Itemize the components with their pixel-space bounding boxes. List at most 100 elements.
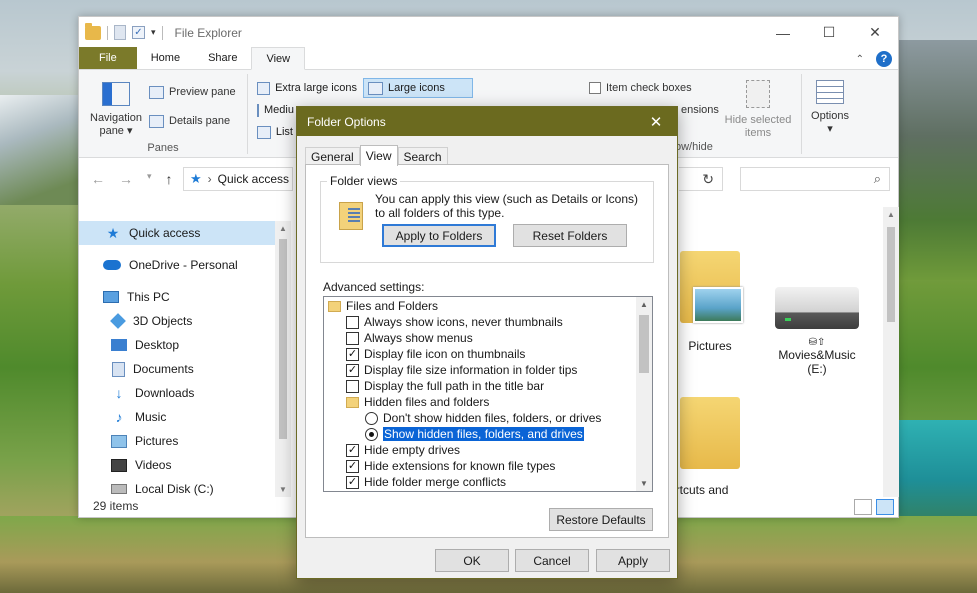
radio-button[interactable] <box>365 411 378 425</box>
nav-item-videos[interactable]: Videos <box>79 453 275 477</box>
apply-button[interactable]: Apply <box>596 549 670 572</box>
list-item[interactable]: Always show icons, never thumbnails <box>346 314 563 330</box>
checkbox[interactable] <box>346 379 359 393</box>
tab-view[interactable]: View <box>251 47 306 70</box>
refresh-button[interactable]: ↻ <box>679 167 723 191</box>
list-item[interactable]: Don't show hidden files, folders, or dri… <box>365 410 601 426</box>
scroll-down-icon[interactable]: ▼ <box>640 479 648 488</box>
checkbox-checked[interactable]: ✓ <box>346 475 359 489</box>
list-item[interactable]: Display the full path in the title bar <box>346 378 544 394</box>
checkbox-checked[interactable]: ✓ <box>346 347 359 361</box>
scroll-up-icon[interactable]: ▲ <box>279 224 287 233</box>
back-arrow-icon[interactable]: ← <box>91 171 105 187</box>
close-icon[interactable]: ✕ <box>635 113 677 131</box>
tab-share[interactable]: Share <box>194 47 251 69</box>
scrollbar-thumb[interactable] <box>887 227 895 322</box>
preview-pane-button[interactable]: Preview pane <box>149 82 236 102</box>
checkmark-icon[interactable]: ✓ <box>132 26 145 39</box>
details-pane-button[interactable]: Details pane <box>149 111 230 131</box>
address-input[interactable]: ★ › Quick access <box>183 167 293 191</box>
window-controls: — ☐ ✕ <box>760 17 898 48</box>
list-item[interactable]: Always show menus <box>346 330 473 346</box>
drive-tile-movies-music[interactable]: ⛁⇧ Movies&Music (E:) <box>767 287 867 376</box>
options-button[interactable]: Options ▾ <box>807 80 853 136</box>
minimize-button[interactable]: — <box>760 17 806 48</box>
computer-icon <box>103 291 119 303</box>
folder-views-legend: Folder views <box>327 174 401 188</box>
scrollbar-thumb[interactable] <box>639 315 649 373</box>
nav-item-onedrive[interactable]: OneDrive - Personal <box>79 253 275 277</box>
list-item[interactable]: ✓ Hide empty drives <box>346 442 460 458</box>
help-icon[interactable]: ? <box>876 51 892 67</box>
chevron-down-icon[interactable]: ▾ <box>151 27 156 38</box>
list-option[interactable]: List <box>253 122 297 142</box>
checkbox[interactable] <box>346 331 359 345</box>
nav-item-local-disk[interactable]: Local Disk (C:) <box>79 477 275 501</box>
large-icons-view-icon[interactable] <box>876 499 894 515</box>
folder-tile-pictures[interactable]: Pictures <box>675 251 745 353</box>
up-arrow-icon[interactable]: ↑ <box>166 171 173 187</box>
scrollbar-thumb[interactable] <box>279 239 287 439</box>
nav-item-music[interactable]: ♪ Music <box>79 405 275 429</box>
advanced-settings-list[interactable]: Files and Folders Always show icons, nev… <box>323 296 653 492</box>
nav-item-documents[interactable]: Documents <box>79 357 275 381</box>
extra-large-icons-icon <box>257 81 271 95</box>
advanced-list-scrollbar[interactable]: ▲ ▼ <box>636 297 652 491</box>
radio-button-selected[interactable] <box>365 427 378 441</box>
window-title: File Explorer <box>174 25 242 40</box>
scroll-down-icon[interactable]: ▼ <box>279 485 287 494</box>
list-item[interactable]: ✓ Display file icon on thumbnails <box>346 346 525 362</box>
cloud-icon <box>103 260 121 270</box>
scroll-up-icon[interactable]: ▲ <box>887 210 895 219</box>
hide-selected-items-button[interactable]: Hide selected items <box>719 80 797 140</box>
restore-defaults-button[interactable]: Restore Defaults <box>549 508 653 531</box>
details-view-icon[interactable] <box>854 499 872 515</box>
tab-file[interactable]: File <box>79 47 137 69</box>
folder-icon <box>85 22 101 40</box>
nav-item-quick-access[interactable]: ★ Quick access <box>79 221 275 245</box>
background-mountain <box>897 40 977 280</box>
properties-icon[interactable] <box>114 25 126 40</box>
cancel-button[interactable]: Cancel <box>515 549 589 572</box>
tab-view[interactable]: View <box>359 145 398 166</box>
preview-pane-icon <box>149 85 164 99</box>
checkbox-checked[interactable]: ✓ <box>346 443 359 457</box>
nav-item-this-pc[interactable]: This PC <box>79 285 275 309</box>
nav-item-desktop[interactable]: Desktop <box>79 333 275 357</box>
search-input[interactable]: ⌕ <box>740 167 890 191</box>
nav-item-downloads[interactable]: ↓ Downloads <box>79 381 275 405</box>
item-check-boxes-toggle[interactable]: Item check boxes <box>589 78 692 98</box>
list-item[interactable]: ✓ Display file size information in folde… <box>346 362 577 378</box>
ok-button[interactable]: OK <box>435 549 509 572</box>
content-scrollbar[interactable]: ▲ <box>883 207 899 497</box>
forward-arrow-icon[interactable]: → <box>119 171 133 187</box>
apply-to-folders-button[interactable]: Apply to Folders <box>382 224 496 247</box>
folder-tile-shortcuts[interactable]: ortcuts and <box>669 397 745 497</box>
checkbox-checked[interactable]: ✓ <box>346 459 359 473</box>
checkbox[interactable] <box>589 82 601 94</box>
chevron-up-icon[interactable]: ⌃ <box>856 54 864 65</box>
recent-locations-icon[interactable]: ▾ <box>147 171 152 187</box>
checkbox-checked[interactable]: ✓ <box>346 363 359 377</box>
list-item[interactable]: ✓ Hide extensions for known file types <box>346 458 555 474</box>
close-button[interactable]: ✕ <box>852 17 898 48</box>
maximize-button[interactable]: ☐ <box>806 17 852 48</box>
large-icons-option[interactable]: Large icons <box>363 78 473 98</box>
nav-item-3d-objects[interactable]: 3D Objects <box>79 309 275 333</box>
tab-home[interactable]: Home <box>137 47 194 69</box>
navigation-pane-button[interactable]: Navigation pane ▾ <box>87 82 145 138</box>
details-pane-icon <box>149 114 164 128</box>
list-item[interactable]: ✓ Hide folder merge conflicts <box>346 474 506 490</box>
list-icon <box>257 125 271 139</box>
nav-item-pictures[interactable]: Pictures <box>79 429 275 453</box>
folder-icon <box>328 300 341 312</box>
reset-folders-button[interactable]: Reset Folders <box>513 224 627 247</box>
medium-icons-option[interactable]: Mediu <box>253 100 297 120</box>
file-name-extensions-toggle[interactable]: ensions <box>681 100 719 120</box>
checkbox[interactable] <box>346 315 359 329</box>
options-icon <box>816 80 844 104</box>
scroll-up-icon[interactable]: ▲ <box>640 300 648 309</box>
extra-large-icons-option[interactable]: Extra large icons <box>253 78 361 98</box>
nav-scrollbar[interactable]: ▲ ▼ <box>275 221 291 497</box>
list-item[interactable]: Show hidden files, folders, and drives <box>365 426 584 442</box>
